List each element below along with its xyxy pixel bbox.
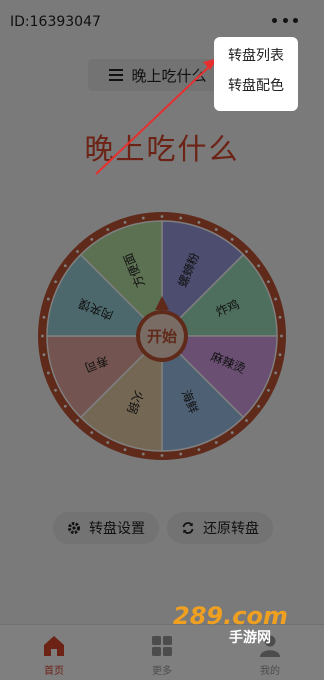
rim-dot xyxy=(141,216,145,220)
rim-dot xyxy=(160,454,164,457)
menu-item-wheel-colors[interactable]: 转盘配色 xyxy=(214,75,298,105)
rim-dot xyxy=(54,388,57,392)
tab-profile-label: 我的 xyxy=(260,666,280,677)
spin-wheel[interactable]: 螺蛳粉炸鸡麻辣烫海鲜火锅寿司肉夹馍方便面开始 xyxy=(36,205,288,467)
dot-icon xyxy=(272,17,277,23)
tab-more-label: 更多 xyxy=(152,666,172,677)
rim-dot xyxy=(230,431,234,435)
menu-item-wheel-list[interactable]: 转盘列表 xyxy=(214,45,298,75)
rim-dot xyxy=(267,388,270,392)
rim-dot xyxy=(245,419,248,422)
dot-icon xyxy=(293,17,298,23)
rim-dot xyxy=(274,297,278,301)
rim-dot xyxy=(76,250,79,253)
rim-dot xyxy=(197,220,201,224)
rim-dot xyxy=(214,228,218,231)
rim-dot xyxy=(63,264,67,268)
start-button-label[interactable]: 开始 xyxy=(147,328,177,346)
reset-wheel-label: 还原转盘 xyxy=(203,521,259,537)
rim-dot xyxy=(42,353,46,357)
rim-dot xyxy=(230,237,234,241)
wheel-settings-label: 转盘设置 xyxy=(89,521,145,537)
rim-dot xyxy=(257,404,261,408)
watermark-logo: 289.com xyxy=(173,602,288,630)
rim-dot xyxy=(41,334,44,338)
wheel-container: 螺蛳粉 炸鸡 麻辣烫 海鲜 火锅 寿司 肉夹馍 方便面 开始 xyxy=(36,205,288,467)
rim-dot xyxy=(123,220,127,224)
wheel-select-button[interactable]: 晚上吃什么 xyxy=(88,59,228,91)
rim-dot xyxy=(42,315,46,319)
dropdown-menu: 转盘列表 转盘配色 xyxy=(214,37,298,111)
wheel-settings-button[interactable]: 转盘设置 xyxy=(53,512,159,544)
rim-dot xyxy=(160,215,164,218)
rim-dot xyxy=(63,404,67,408)
tab-home[interactable]: 首页 xyxy=(0,625,108,680)
user-id: ID:16393047 xyxy=(10,14,101,30)
rim-dot xyxy=(46,371,50,375)
rim-dot xyxy=(278,353,282,357)
rim-dot xyxy=(245,250,248,253)
rim-dot xyxy=(106,441,110,444)
gear-icon xyxy=(68,522,80,534)
rim-dot xyxy=(280,334,283,338)
rim-dot xyxy=(197,448,201,452)
wheel-select-label: 晚上吃什么 xyxy=(131,66,207,85)
rim-dot xyxy=(274,371,278,375)
rim-dot xyxy=(54,280,57,284)
rim-dot xyxy=(179,452,183,456)
site-watermark: 289.com 手游网 xyxy=(173,602,288,646)
rim-dot xyxy=(141,452,145,456)
rim-dot xyxy=(106,228,110,231)
page-title: 晚上吃什么 xyxy=(84,132,240,166)
rim-dot xyxy=(90,237,94,241)
rim-dot xyxy=(123,448,127,452)
rim-dot xyxy=(214,441,218,444)
refresh-icon xyxy=(182,522,194,534)
more-button[interactable] xyxy=(272,10,298,30)
rim-dot xyxy=(278,315,282,319)
reset-wheel-button[interactable]: 还原转盘 xyxy=(167,512,273,544)
rim-dot xyxy=(179,216,183,220)
rim-dot xyxy=(267,280,270,284)
list-icon xyxy=(109,69,124,81)
home-icon xyxy=(44,636,64,656)
tab-home-label: 首页 xyxy=(44,666,64,677)
rim-dot xyxy=(76,419,79,422)
rim-dot xyxy=(46,297,50,301)
rim-dot xyxy=(257,264,261,268)
rim-dot xyxy=(90,431,94,435)
dot-icon xyxy=(282,17,288,23)
watermark-sub: 手游网 xyxy=(229,629,271,646)
